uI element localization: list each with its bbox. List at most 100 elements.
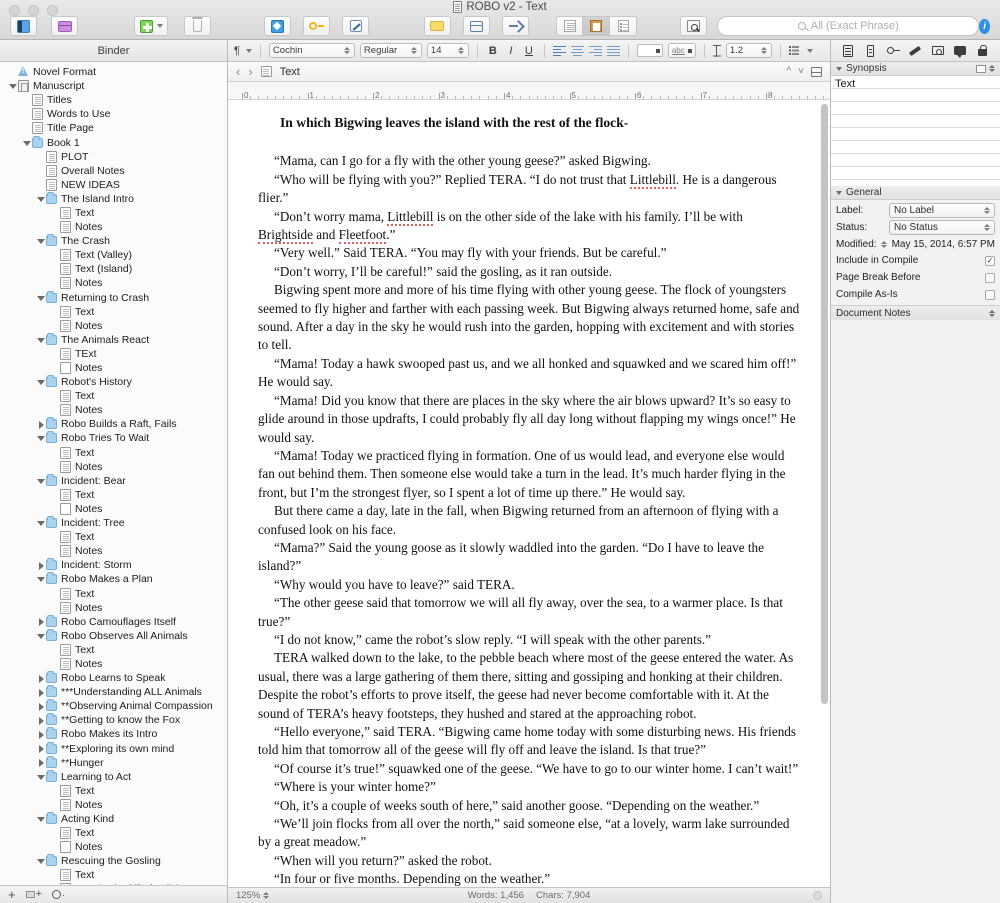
binder-item-notes[interactable]: Notes bbox=[0, 502, 227, 516]
binder-item-book-1[interactable]: Book 1 bbox=[0, 135, 227, 149]
page-break-before-checkbox[interactable] bbox=[985, 272, 995, 283]
chevron-right-icon[interactable]: › bbox=[248, 64, 252, 79]
binder-item-text[interactable]: Text bbox=[0, 643, 227, 657]
status-select[interactable]: No Status bbox=[889, 220, 995, 235]
binder-item-robo-makes-its-intro[interactable]: Robo Makes its Intro bbox=[0, 727, 227, 741]
underline-button[interactable]: U bbox=[522, 45, 536, 57]
view-document-button[interactable] bbox=[556, 16, 584, 36]
compile-as-is-checkbox[interactable] bbox=[985, 289, 995, 300]
binder-item-titles[interactable]: Titles bbox=[0, 93, 227, 107]
binder-item-returning-to-crash[interactable]: Returning to Crash bbox=[0, 290, 227, 305]
binder-item-text[interactable]: Text bbox=[0, 586, 227, 600]
document-notes-header[interactable]: Document Notes bbox=[831, 305, 1000, 320]
disclosure-triangle-icon[interactable] bbox=[36, 702, 45, 711]
composition-mode-button[interactable] bbox=[342, 16, 370, 36]
add-document-button[interactable]: + bbox=[8, 888, 16, 901]
view-corkboard-button[interactable] bbox=[583, 16, 611, 36]
disclosure-triangle-icon[interactable] bbox=[36, 688, 45, 697]
add-folder-button[interactable]: + bbox=[25, 889, 42, 900]
binder-item-robo-learns-to-speak[interactable]: Robo Learns to Speak bbox=[0, 671, 227, 685]
binder-item-text[interactable]: Text bbox=[0, 826, 227, 840]
paragraph-style-button[interactable]: ¶ bbox=[234, 45, 252, 57]
binder-item-text[interactable]: Text bbox=[0, 784, 227, 798]
binder-item-incident-bear[interactable]: Incident: Bear bbox=[0, 473, 227, 488]
custom-meta-tab[interactable] bbox=[908, 43, 923, 58]
binder-item-new-ideas[interactable]: NEW IDEAS bbox=[0, 178, 227, 192]
binder-item-notes[interactable]: Notes bbox=[0, 840, 227, 854]
label-select[interactable]: No Label bbox=[889, 203, 995, 218]
binder-item-the-island-intro[interactable]: The Island Intro bbox=[0, 191, 227, 206]
comments-button[interactable] bbox=[423, 16, 451, 36]
editor-page[interactable]: In which Bigwing leaves the island with … bbox=[228, 100, 830, 887]
next-section-button[interactable]: ˅ bbox=[798, 66, 804, 77]
inspector-toggle-button[interactable] bbox=[51, 16, 78, 36]
binder-item-text[interactable]: Text bbox=[0, 389, 227, 403]
binder-item-notes[interactable]: Notes bbox=[0, 460, 227, 474]
binder-item-rescuing-the-gosling[interactable]: Rescuing the Gosling bbox=[0, 854, 227, 868]
align-center-button[interactable] bbox=[570, 45, 584, 56]
disclosure-triangle-icon[interactable] bbox=[36, 434, 45, 443]
binder-item-notes[interactable]: Notes bbox=[0, 657, 227, 671]
align-left-button[interactable] bbox=[552, 45, 566, 56]
disclosure-triangle-icon[interactable] bbox=[36, 293, 45, 302]
disclosure-triangle-icon[interactable] bbox=[36, 631, 45, 640]
binder-item-text[interactable]: Text bbox=[0, 206, 227, 220]
delete-item-button[interactable] bbox=[184, 16, 212, 36]
disclosure-triangle-icon[interactable] bbox=[36, 674, 45, 683]
font-style-select[interactable]: Regular bbox=[359, 43, 422, 58]
binder-item-getting-to-know-the-fox[interactable]: **Getting to know the Fox bbox=[0, 713, 227, 727]
synopsis-header[interactable]: Synopsis bbox=[831, 62, 1000, 76]
binder-item-notes[interactable]: Notes bbox=[0, 276, 227, 290]
disclosure-triangle-icon[interactable] bbox=[36, 194, 45, 203]
binder-item-understanding-all-animals[interactable]: ***Understanding ALL Animals bbox=[0, 685, 227, 699]
disclosure-triangle-icon[interactable] bbox=[36, 815, 45, 824]
lock-tab[interactable] bbox=[975, 43, 990, 58]
binder-item-text[interactable]: Text bbox=[0, 305, 227, 319]
binder-item-incident-tree[interactable]: Incident: Tree bbox=[0, 516, 227, 530]
compile-button[interactable] bbox=[303, 16, 331, 36]
disclosure-triangle-icon[interactable] bbox=[36, 519, 45, 528]
snapshot-button[interactable] bbox=[462, 16, 490, 36]
disclosure-triangle-icon[interactable] bbox=[36, 378, 45, 387]
document-notes-area[interactable] bbox=[831, 320, 1000, 903]
page-break-before-row[interactable]: Page Break Before bbox=[831, 269, 1000, 286]
stepper-icon[interactable] bbox=[881, 238, 888, 250]
previous-section-button[interactable]: ^ bbox=[786, 66, 791, 77]
disclosure-triangle-icon[interactable] bbox=[36, 617, 45, 627]
add-item-button[interactable] bbox=[134, 16, 169, 36]
include-in-compile-checkbox[interactable]: ✓ bbox=[985, 255, 995, 266]
binder-item-text[interactable]: TExt bbox=[0, 347, 227, 361]
binder-item-learning-to-act[interactable]: Learning to Act bbox=[0, 769, 227, 784]
disclosure-triangle-icon[interactable] bbox=[36, 772, 45, 781]
binder-item-the-crash[interactable]: The Crash bbox=[0, 234, 227, 248]
binder-item-the-animals-react[interactable]: The Animals React bbox=[0, 332, 227, 347]
binder-item-text[interactable]: Text bbox=[0, 488, 227, 502]
info-icon[interactable]: i bbox=[979, 18, 990, 34]
binder-item-text[interactable]: Text bbox=[0, 446, 227, 460]
disclosure-triangle-icon[interactable] bbox=[36, 758, 45, 768]
binder-item-acting-kind[interactable]: Acting Kind bbox=[0, 812, 227, 826]
stepper-icon[interactable] bbox=[989, 308, 995, 319]
list-button[interactable] bbox=[788, 46, 813, 55]
binder-item-notes[interactable]: Notes bbox=[0, 403, 227, 417]
binder-item-text-valley[interactable]: Text (Valley) bbox=[0, 248, 227, 262]
align-right-button[interactable] bbox=[588, 45, 602, 56]
gear-icon[interactable]: · bbox=[52, 890, 65, 900]
chevron-left-icon[interactable]: ‹ bbox=[236, 64, 240, 79]
text-color-well[interactable] bbox=[636, 44, 663, 57]
binder-item-robot-s-history[interactable]: Robot's History bbox=[0, 375, 227, 389]
disclosure-triangle-icon[interactable] bbox=[36, 744, 45, 754]
editor-ruler[interactable]: 0 1 2 3 4 5 6 7 8 bbox=[228, 82, 830, 100]
binder-toggle-button[interactable] bbox=[10, 16, 37, 36]
document-text[interactable]: In which Bigwing leaves the island with … bbox=[258, 114, 800, 887]
compile-as-is-row[interactable]: Compile As-Is bbox=[831, 286, 1000, 303]
binder-item-notes[interactable]: Notes bbox=[0, 798, 227, 812]
disclosure-triangle-icon[interactable] bbox=[36, 730, 45, 739]
synopsis-text[interactable]: Text bbox=[835, 78, 996, 91]
split-editor-button[interactable] bbox=[811, 66, 822, 77]
binder-item-notes[interactable]: Notes bbox=[0, 220, 227, 234]
minimize-button[interactable] bbox=[28, 5, 39, 16]
binder-item-manuscript[interactable]: Manuscript bbox=[0, 79, 227, 93]
binder-item-notes[interactable]: Notes bbox=[0, 601, 227, 615]
binder-item-robo-observes-all-animals[interactable]: Robo Observes All Animals bbox=[0, 628, 227, 643]
